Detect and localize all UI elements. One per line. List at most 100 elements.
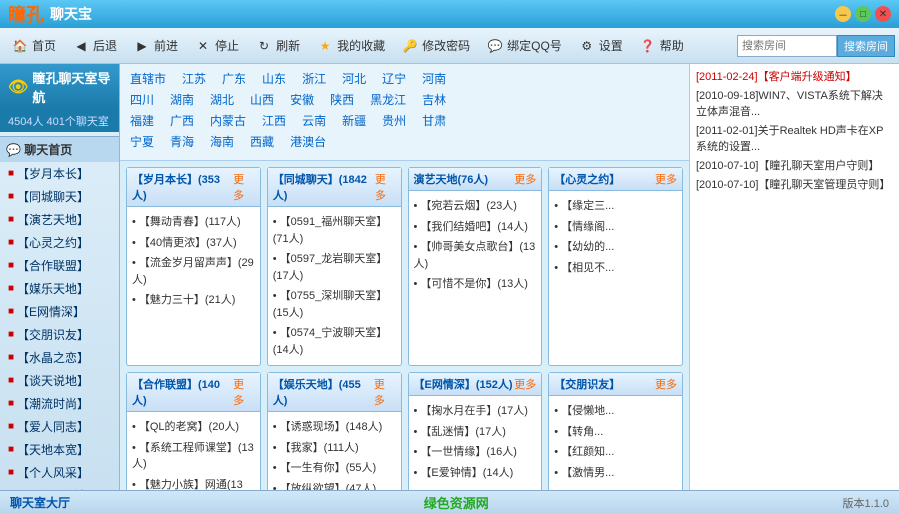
refresh-button[interactable]: 刷新 xyxy=(248,33,307,59)
room-card-title-0[interactable]: 【岁月本长】(353人) xyxy=(132,171,233,203)
room-card-more-3[interactable]: 更多 xyxy=(655,171,677,187)
news-item-4[interactable]: [2010-07-10]【瞳孔聊天室管理员守则】 xyxy=(696,178,893,193)
help-button[interactable]: 帮助 xyxy=(632,33,691,59)
room-item-6-2[interactable]: 【一世情缘】(16人) xyxy=(414,442,537,463)
maximize-button[interactable]: □ xyxy=(855,6,871,22)
sidebar-item-14[interactable]: ☆☆ 瞳孔商城 xyxy=(0,484,119,490)
sidebar-item-5[interactable]: ■【媒乐天地】 xyxy=(0,277,119,300)
region-guizhou[interactable]: 贵州 xyxy=(382,112,406,129)
room-card-title-4[interactable]: 【合作联盟】(140人) xyxy=(132,376,233,408)
room-item-4-2[interactable]: 【魅力小族】网通(13人) xyxy=(132,475,255,491)
room-card-title-5[interactable]: 【娱乐天地】(455人) xyxy=(273,376,374,408)
room-item-5-2[interactable]: 【一生有你】(55人) xyxy=(273,458,396,479)
room-item-6-3[interactable]: 【E爱钟情】(14人) xyxy=(414,463,537,484)
region-xinjiang[interactable]: 新疆 xyxy=(342,112,366,129)
stop-button[interactable]: 停止 xyxy=(187,33,246,59)
room-card-title-3[interactable]: 【心灵之约】 xyxy=(554,171,620,187)
room-item-2-2[interactable]: 【帅哥美女点歌台】(13人) xyxy=(414,237,537,274)
room-item-0-0[interactable]: 【舞动青春】(117人) xyxy=(132,212,255,233)
sidebar-item-13[interactable]: ■【个人风采】 xyxy=(0,461,119,484)
sidebar-item-4[interactable]: ■【合作联盟】 xyxy=(0,254,119,277)
room-card-more-1[interactable]: 更多 xyxy=(375,171,396,203)
sidebar-item-8[interactable]: ■【水晶之恋】 xyxy=(0,346,119,369)
room-item-3-1[interactable]: 【情缘阁... xyxy=(554,217,677,238)
room-item-7-0[interactable]: 【侵懒地... xyxy=(554,401,677,422)
region-gangaotai[interactable]: 港澳台 xyxy=(290,133,326,150)
search-input[interactable] xyxy=(737,35,837,57)
sidebar-item-2[interactable]: ■【演艺天地】 xyxy=(0,208,119,231)
room-card-more-6[interactable]: 更多 xyxy=(514,376,536,392)
region-hebei[interactable]: 河北 xyxy=(342,70,366,87)
region-anhui[interactable]: 安徽 xyxy=(290,91,314,108)
minimize-button[interactable]: － xyxy=(835,6,851,22)
room-card-more-2[interactable]: 更多 xyxy=(514,171,536,187)
region-shanxi[interactable]: 山西 xyxy=(250,91,274,108)
room-item-3-0[interactable]: 【缘定三... xyxy=(554,196,677,217)
region-hainan[interactable]: 海南 xyxy=(210,133,234,150)
room-item-5-1[interactable]: 【我家】(111人) xyxy=(273,438,396,459)
close-button[interactable]: ✕ xyxy=(875,6,891,22)
news-item-1[interactable]: [2010-09-18]WIN7、VISTA系统下解决立体声混音... xyxy=(696,89,893,120)
sidebar-item-6[interactable]: ■【E网情深】 xyxy=(0,300,119,323)
room-card-title-2[interactable]: 演艺天地(76人) xyxy=(414,171,489,187)
favorites-button[interactable]: 我的收藏 xyxy=(309,33,392,59)
region-liaoning[interactable]: 辽宁 xyxy=(382,70,406,87)
region-henan[interactable]: 河南 xyxy=(422,70,446,87)
room-item-6-0[interactable]: 【掬水月在手】(17人) xyxy=(414,401,537,422)
bind-qq-button[interactable]: 绑定QQ号 xyxy=(479,33,569,59)
room-item-2-3[interactable]: 【可惜不是你】(13人) xyxy=(414,274,537,295)
room-item-1-1[interactable]: 【0597_龙岩聊天室】(17人) xyxy=(273,249,396,286)
sidebar-item-0[interactable]: ■【岁月本长】 xyxy=(0,162,119,185)
region-jiangxi[interactable]: 江西 xyxy=(262,112,286,129)
room-item-1-2[interactable]: 【0755_深圳聊天室】(15人) xyxy=(273,286,396,323)
change-password-button[interactable]: 修改密码 xyxy=(394,33,477,59)
region-jilin[interactable]: 吉林 xyxy=(422,91,446,108)
region-gansu[interactable]: 甘肃 xyxy=(422,112,446,129)
region-zhixiashi[interactable]: 直辖市 xyxy=(130,70,166,87)
region-xizang[interactable]: 西藏 xyxy=(250,133,274,150)
room-item-2-0[interactable]: 【宛若云烟】(23人) xyxy=(414,196,537,217)
room-item-2-1[interactable]: 【我们结婚吧】(14人) xyxy=(414,217,537,238)
back-button[interactable]: 后退 xyxy=(65,33,124,59)
region-guangdong[interactable]: 广东 xyxy=(222,70,246,87)
region-jiangsu[interactable]: 江苏 xyxy=(182,70,206,87)
forward-button[interactable]: 前进 xyxy=(126,33,185,59)
news-item-3[interactable]: [2010-07-10]【瞳孔聊天室用户守则】 xyxy=(696,159,893,174)
region-heilongjiang[interactable]: 黑龙江 xyxy=(370,91,406,108)
region-zhejiang[interactable]: 浙江 xyxy=(302,70,326,87)
sidebar-item-11[interactable]: ■【爱人同志】 xyxy=(0,415,119,438)
room-card-title-1[interactable]: 【同城聊天】(1842人) xyxy=(273,171,375,203)
settings-button[interactable]: 设置 xyxy=(571,33,630,59)
room-card-more-0[interactable]: 更多 xyxy=(233,171,255,203)
room-item-1-0[interactable]: 【0591_福州聊天室】(71人) xyxy=(273,212,396,249)
room-item-7-1[interactable]: 【转角... xyxy=(554,422,677,443)
search-button[interactable]: 搜索房间 xyxy=(837,35,895,57)
home-button[interactable]: 首页 xyxy=(4,33,63,59)
room-card-more-7[interactable]: 更多 xyxy=(655,376,677,392)
room-item-0-3[interactable]: 【魅力三十】(21人) xyxy=(132,290,255,311)
region-neimenggu[interactable]: 内蒙古 xyxy=(210,112,246,129)
room-item-3-3[interactable]: 【相见不... xyxy=(554,258,677,279)
region-hubei[interactable]: 湖北 xyxy=(210,91,234,108)
room-item-0-2[interactable]: 【流金岁月留声声】(29人) xyxy=(132,253,255,290)
room-card-more-5[interactable]: 更多 xyxy=(374,376,396,408)
sidebar-item-1[interactable]: ■【同城聊天】 xyxy=(0,185,119,208)
region-shandong[interactable]: 山东 xyxy=(262,70,286,87)
news-item-2[interactable]: [2011-02-01]关于Realtek HD声卡在XP系统的设置... xyxy=(696,124,893,155)
room-item-4-0[interactable]: 【QL的老窝】(20人) xyxy=(132,417,255,438)
room-item-5-3[interactable]: 【放纵欲望】(47人) xyxy=(273,479,396,491)
room-item-1-3[interactable]: 【0574_宁波聊天室】(14人) xyxy=(273,323,396,360)
region-hunan[interactable]: 湖南 xyxy=(170,91,194,108)
sidebar-item-9[interactable]: ■【谈天说地】 xyxy=(0,369,119,392)
room-card-title-7[interactable]: 【交朋识友】 xyxy=(554,376,620,392)
region-qinghai[interactable]: 青海 xyxy=(170,133,194,150)
sidebar-item-12[interactable]: ■【天地本宽】 xyxy=(0,438,119,461)
region-shaanxi[interactable]: 陕西 xyxy=(330,91,354,108)
region-fujian[interactable]: 福建 xyxy=(130,112,154,129)
region-ningxia[interactable]: 宁夏 xyxy=(130,133,154,150)
room-item-6-1[interactable]: 【乱迷情】(17人) xyxy=(414,422,537,443)
room-card-more-4[interactable]: 更多 xyxy=(233,376,255,408)
room-item-5-0[interactable]: 【诱惑现场】(148人) xyxy=(273,417,396,438)
news-item-0[interactable]: [2011-02-24]【客户端升级通知】 xyxy=(696,70,893,85)
region-guangxi[interactable]: 广西 xyxy=(170,112,194,129)
